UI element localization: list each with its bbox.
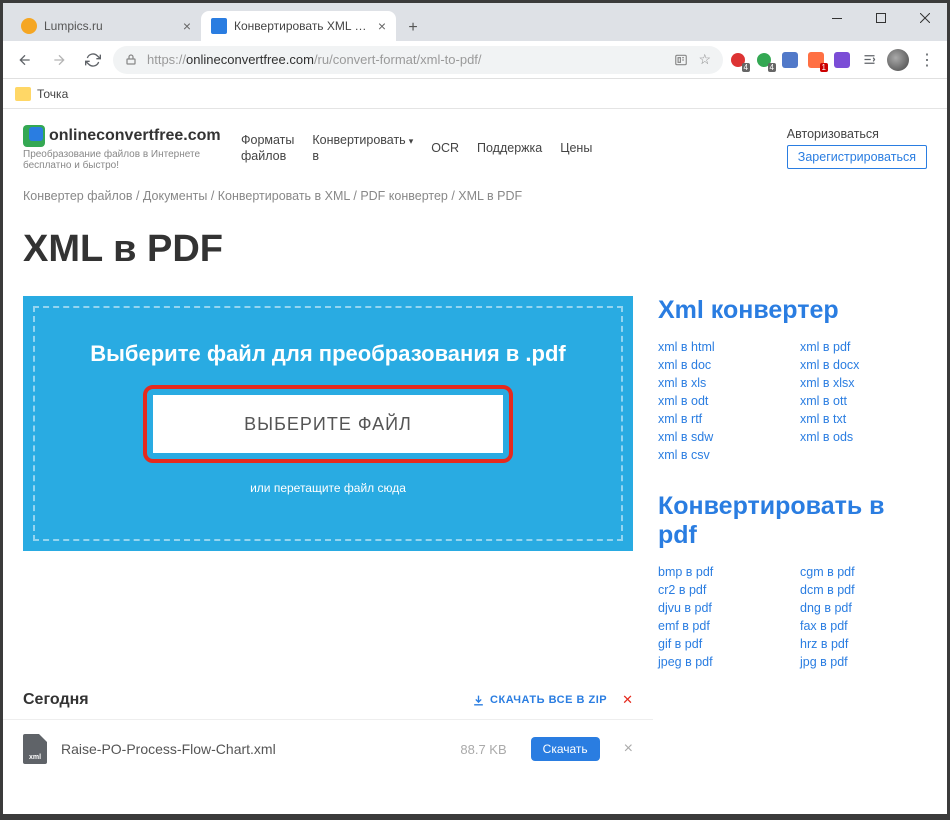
browser-toolbar: https://onlineconvertfree.com/ru/convert… bbox=[3, 41, 947, 79]
sidebar-link[interactable]: emf в pdf bbox=[658, 619, 785, 633]
site-tagline: Преобразование файлов в Интернете беспла… bbox=[23, 149, 223, 171]
nav-convert[interactable]: Конвертировать▾ в bbox=[312, 132, 413, 165]
page-content: onlineconvertfree.com Преобразование фай… bbox=[3, 109, 947, 814]
sidebar-link[interactable]: dng в pdf bbox=[800, 601, 927, 615]
new-tab-button[interactable]: + bbox=[400, 15, 426, 41]
download-icon bbox=[472, 694, 485, 707]
download-file-button[interactable]: Скачать bbox=[531, 737, 600, 761]
crumb-link[interactable]: Документы bbox=[143, 189, 207, 203]
sidebar-link[interactable]: cgm в pdf bbox=[800, 565, 927, 579]
sidebar-link[interactable]: xml в ods bbox=[800, 430, 927, 444]
file-row: xml Raise-PO-Process-Flow-Chart.xml 88.7… bbox=[3, 719, 653, 778]
crumb-link[interactable]: PDF конвертер bbox=[360, 189, 448, 203]
sidebar-link[interactable]: cr2 в pdf bbox=[658, 583, 785, 597]
sidebar-link[interactable]: dcm в pdf bbox=[800, 583, 927, 597]
browser-tab-lumpics[interactable]: Lumpics.ru × bbox=[11, 11, 201, 41]
lock-icon bbox=[125, 53, 137, 66]
crumb-link[interactable]: Конвертировать в XML bbox=[218, 189, 350, 203]
login-link[interactable]: Авторизоваться bbox=[787, 127, 927, 141]
bookmark-star-icon[interactable]: ☆ bbox=[698, 51, 711, 68]
file-name: Raise-PO-Process-Flow-Chart.xml bbox=[61, 741, 446, 757]
dropzone-hint: или перетащите файл сюда bbox=[250, 481, 406, 495]
dropzone[interactable]: Выберите файл для преобразования в .pdf … bbox=[23, 296, 633, 551]
download-all-zip-button[interactable]: СКАЧАТЬ ВСЕ В ZIP bbox=[472, 694, 607, 707]
back-button[interactable] bbox=[11, 46, 39, 74]
extension-icon[interactable]: 4 bbox=[755, 51, 773, 69]
tab-close-icon[interactable]: × bbox=[183, 18, 191, 34]
window-close-button[interactable] bbox=[903, 3, 947, 33]
bookmark-item[interactable]: Точка bbox=[37, 87, 68, 101]
window-minimize-button[interactable] bbox=[815, 3, 859, 33]
sidebar-pdf-title: Конвертировать в pdf bbox=[658, 492, 927, 550]
file-icon: xml bbox=[23, 734, 47, 764]
nav-support[interactable]: Поддержка bbox=[477, 141, 542, 155]
tab-title: Lumpics.ru bbox=[44, 19, 176, 33]
sidebar-link[interactable]: fax в pdf bbox=[800, 619, 927, 633]
sidebar-link[interactable]: xml в pdf bbox=[800, 340, 927, 354]
highlight-box: ВЫБЕРИТЕ ФАЙЛ bbox=[143, 385, 513, 463]
sidebar-link[interactable]: xml в doc bbox=[658, 358, 785, 372]
sidebar-link[interactable]: hrz в pdf bbox=[800, 637, 927, 651]
browser-tab-convert[interactable]: Конвертировать XML в PDF онл × bbox=[201, 11, 396, 41]
site-logo-icon bbox=[23, 125, 45, 147]
sidebar-link[interactable]: bmp в pdf bbox=[658, 565, 785, 579]
sidebar-link[interactable]: jpg в pdf bbox=[800, 655, 927, 669]
favicon-icon bbox=[21, 18, 37, 34]
today-label: Сегодня bbox=[23, 691, 89, 709]
nav-formats[interactable]: Форматыфайлов bbox=[241, 132, 294, 165]
breadcrumb: Конвертер файлов / Документы / Конвертир… bbox=[3, 179, 947, 213]
sidebar-xml-title: Xml конвертер bbox=[658, 296, 927, 325]
tab-close-icon[interactable]: × bbox=[378, 18, 386, 34]
favicon-icon bbox=[211, 18, 227, 34]
extension-icon[interactable]: 4 bbox=[729, 51, 747, 69]
site-header: onlineconvertfree.com Преобразование фай… bbox=[3, 109, 947, 179]
folder-icon bbox=[15, 87, 31, 101]
sidebar-link[interactable]: djvu в pdf bbox=[658, 601, 785, 615]
delete-all-button[interactable]: ✕ bbox=[622, 692, 633, 708]
address-bar[interactable]: https://onlineconvertfree.com/ru/convert… bbox=[113, 46, 723, 74]
crumb-current: XML в PDF bbox=[458, 189, 522, 203]
crumb-link[interactable]: Конвертер файлов bbox=[23, 189, 132, 203]
toolbar-notes-icon[interactable] bbox=[857, 48, 881, 72]
sidebar-link[interactable]: xml в html bbox=[658, 340, 785, 354]
site-logo-text[interactable]: onlineconvertfree.com bbox=[49, 127, 221, 145]
sidebar-link[interactable]: gif в pdf bbox=[658, 637, 785, 651]
reload-button[interactable] bbox=[79, 46, 107, 74]
url-text: https://onlineconvertfree.com/ru/convert… bbox=[147, 52, 664, 67]
tab-title: Конвертировать XML в PDF онл bbox=[234, 19, 371, 33]
sidebar-link[interactable]: jpeg в pdf bbox=[658, 655, 785, 669]
window-maximize-button[interactable] bbox=[859, 3, 903, 33]
remove-file-button[interactable]: × bbox=[624, 740, 633, 758]
forward-button[interactable] bbox=[45, 46, 73, 74]
extension-icon[interactable]: 1 bbox=[807, 51, 825, 69]
sidebar-link[interactable]: xml в ott bbox=[800, 394, 927, 408]
register-button[interactable]: Зарегистрироваться bbox=[787, 145, 927, 169]
sidebar-link[interactable]: xml в csv bbox=[658, 448, 785, 462]
sidebar-link[interactable]: xml в rtf bbox=[658, 412, 785, 426]
profile-avatar[interactable] bbox=[887, 49, 909, 71]
browser-menu-button[interactable]: ⋮ bbox=[915, 48, 939, 72]
sidebar-link[interactable]: xml в sdw bbox=[658, 430, 785, 444]
bookmark-bar: Точка bbox=[3, 79, 947, 109]
reader-icon[interactable] bbox=[674, 53, 688, 67]
file-size: 88.7 KB bbox=[460, 742, 506, 757]
browser-titlebar: Lumpics.ru × Конвертировать XML в PDF он… bbox=[3, 3, 947, 41]
sidebar-link[interactable]: xml в xls bbox=[658, 376, 785, 390]
sidebar-link[interactable]: xml в odt bbox=[658, 394, 785, 408]
extension-icon[interactable] bbox=[781, 51, 799, 69]
nav-ocr[interactable]: OCR bbox=[431, 141, 459, 155]
choose-file-button[interactable]: ВЫБЕРИТЕ ФАЙЛ bbox=[153, 395, 503, 453]
sidebar-link[interactable]: xml в xlsx bbox=[800, 376, 927, 390]
sidebar-link[interactable]: xml в docx bbox=[800, 358, 927, 372]
chevron-down-icon: ▾ bbox=[409, 136, 414, 146]
sidebar-link[interactable]: xml в txt bbox=[800, 412, 927, 426]
extension-icon[interactable] bbox=[833, 51, 851, 69]
nav-prices[interactable]: Цены bbox=[560, 141, 592, 155]
dropzone-title: Выберите файл для преобразования в .pdf bbox=[90, 341, 566, 367]
page-title: XML в PDF bbox=[3, 213, 947, 296]
